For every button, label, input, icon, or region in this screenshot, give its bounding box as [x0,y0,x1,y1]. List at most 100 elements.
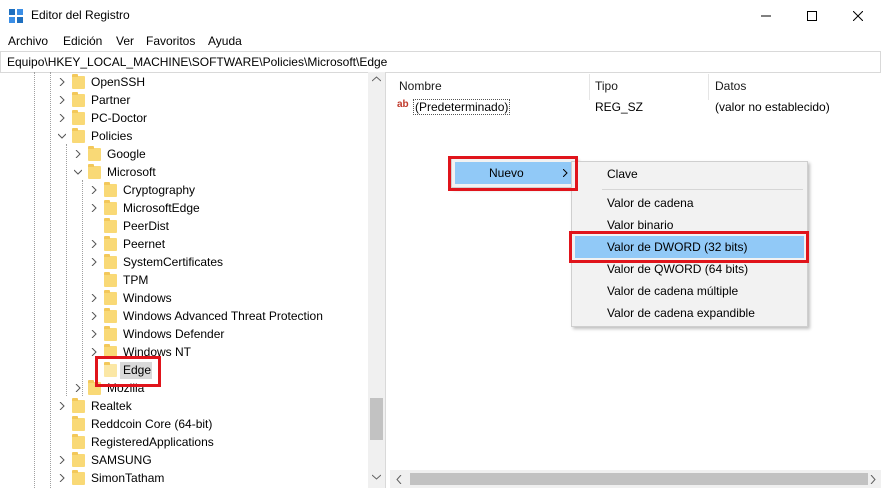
chevron-right-icon[interactable] [57,109,67,127]
tree-item-label: Reddcoin Core (64-bit) [91,417,213,431]
chevron-right-icon[interactable] [73,145,83,163]
chevron-down-icon[interactable] [73,163,83,181]
tree-item-realtek[interactable]: Realtek [0,397,368,415]
submenu-item-clave[interactable]: Clave [575,163,804,185]
tree-item-label: MicrosoftEdge [123,201,200,215]
menu-ayuda[interactable]: Ayuda [208,34,242,48]
tree-item-label: PeerDist [123,219,170,233]
tree-item-label: Cryptography [123,183,196,197]
chevron-right-icon[interactable] [89,289,99,307]
chevron-right-icon[interactable] [89,325,99,343]
tree-item-windows-nt[interactable]: Windows NT [0,343,368,361]
tree-item-label: TPM [123,273,149,287]
folder-icon [104,200,117,215]
maximize-button[interactable] [789,0,835,31]
column-header-type[interactable]: Tipo [595,79,618,93]
tree-item-windows-defender[interactable]: Windows Defender [0,325,368,343]
tree-item-systemcertificates[interactable]: SystemCertificates [0,253,368,271]
submenu-item-label: Valor binario [607,218,674,232]
tree-item-cryptography[interactable]: Cryptography [0,181,368,199]
chevron-right-icon[interactable] [89,199,99,217]
folder-icon [104,236,117,251]
folder-icon [72,110,85,125]
submenu-item-label: Valor de cadena expandible [607,306,755,320]
value-name: (Predeterminado) [413,99,511,115]
scroll-down-icon[interactable] [372,474,381,480]
column-divider[interactable] [708,74,709,100]
tree-item-label: SystemCertificates [123,255,224,269]
folder-icon [104,308,117,323]
close-icon [853,10,863,21]
folder-icon [104,254,117,269]
chevron-right-icon[interactable] [89,235,99,253]
tree-item-peernet[interactable]: Peernet [0,235,368,253]
folder-icon [104,272,117,287]
column-divider[interactable] [589,74,590,100]
chevron-right-icon[interactable] [89,181,99,199]
tree-item-google[interactable]: Google [0,145,368,163]
chevron-right-icon[interactable] [89,253,99,271]
tree-item-registeredapplications[interactable]: RegisteredApplications [0,433,368,451]
menu-bar: Archivo Edición Ver Favoritos Ayuda [0,31,881,51]
maximize-icon [807,10,817,21]
submenu-item-valor-expandible[interactable]: Valor de cadena expandible [575,302,804,324]
menu-favoritos[interactable]: Favoritos [146,34,195,48]
minimize-button[interactable] [743,0,789,31]
tree-item-label: Realtek [91,399,132,413]
highlight-box-nuevo [448,156,578,191]
highlight-box-dword [569,231,809,263]
chevron-right-icon[interactable] [57,451,67,469]
folder-icon [72,416,85,431]
menu-ver[interactable]: Ver [116,34,134,48]
folder-icon [72,452,85,467]
tree-item-windows[interactable]: Windows [0,289,368,307]
folder-icon [104,182,117,197]
chevron-right-icon[interactable] [57,73,67,91]
tree-item-policies[interactable]: Policies [0,127,368,145]
chevron-right-icon[interactable] [73,379,83,397]
tree-item-label: Windows Advanced Threat Protection [123,309,323,323]
chevron-right-icon[interactable] [57,469,67,487]
chevron-right-icon[interactable] [89,307,99,325]
tree-item-reddcoin-core[interactable]: Reddcoin Core (64-bit) [0,415,368,433]
minimize-icon [761,15,771,16]
address-bar[interactable]: Equipo\HKEY_LOCAL_MACHINE\SOFTWARE\Polic… [0,51,881,73]
tree-scroll-thumb[interactable] [370,398,383,440]
menu-edicion[interactable]: Edición [63,34,102,48]
folder-icon [72,434,85,449]
values-scroll-thumb[interactable] [410,473,868,485]
tree-item-tpm[interactable]: TPM [0,271,368,289]
tree-item-mozilla[interactable]: Mozilla [0,379,368,397]
folder-icon [72,470,85,485]
key-tree-pane[interactable]: OpenSSH Partner PC-Doctor Policies Googl… [0,72,386,488]
chevron-right-icon[interactable] [57,397,67,415]
scroll-up-icon[interactable] [372,76,381,82]
tree-item-samsung[interactable]: SAMSUNG [0,451,368,469]
folder-icon [104,326,117,341]
tree-item-peerdist[interactable]: PeerDist [0,217,368,235]
scroll-left-icon[interactable] [396,475,402,484]
chevron-down-icon[interactable] [57,127,67,145]
submenu-item-label: Valor de cadena múltiple [607,284,739,298]
tree-item-microsoftedge[interactable]: MicrosoftEdge [0,199,368,217]
submenu-item-valor-cadena[interactable]: Valor de cadena [575,192,804,214]
column-header-data[interactable]: Datos [715,79,746,93]
tree-item-partner[interactable]: Partner [0,91,368,109]
tree-item-openssh[interactable]: OpenSSH [0,73,368,91]
folder-icon [72,128,85,143]
column-header-name[interactable]: Nombre [399,79,442,93]
folder-icon [104,290,117,305]
tree-item-edge[interactable]: Edge [0,361,368,379]
tree-item-simontatham[interactable]: SimonTatham [0,469,368,487]
tree-item-microsoft[interactable]: Microsoft [0,163,368,181]
chevron-right-icon[interactable] [57,91,67,109]
scroll-right-icon[interactable] [870,475,876,484]
tree-item-windows-atp[interactable]: Windows Advanced Threat Protection [0,307,368,325]
close-button[interactable] [835,0,881,31]
tree-item-label: SimonTatham [91,471,165,485]
menu-separator [602,189,803,190]
submenu-item-valor-multiple[interactable]: Valor de cadena múltiple [575,280,804,302]
tree-item-pc-doctor[interactable]: PC-Doctor [0,109,368,127]
menu-archivo[interactable]: Archivo [8,34,48,48]
address-path: Equipo\HKEY_LOCAL_MACHINE\SOFTWARE\Polic… [7,55,388,69]
